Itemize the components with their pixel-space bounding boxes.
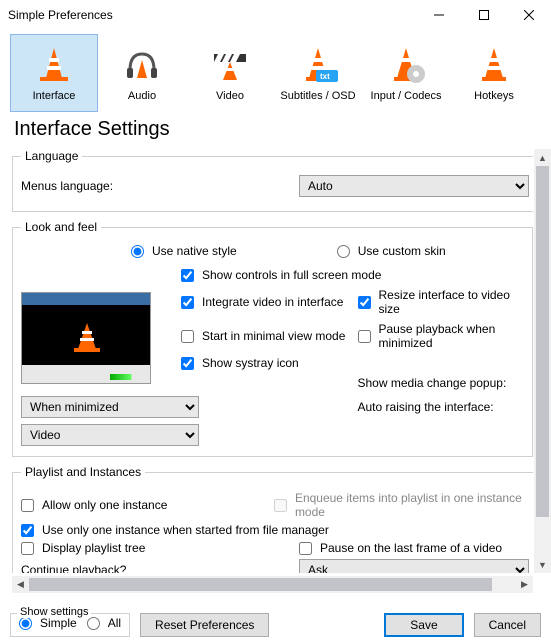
- scroll-down-icon[interactable]: ▼: [534, 556, 551, 573]
- tab-input-codecs[interactable]: Input / Codecs: [362, 34, 450, 112]
- continue-playback-label: Continue playback?: [21, 563, 291, 573]
- scroll-thumb-horizontal[interactable]: [29, 578, 492, 591]
- show-settings-legend: Show settings: [17, 606, 91, 618]
- tab-label: Subtitles / OSD: [280, 90, 355, 102]
- radio-custom-skin[interactable]: Use custom skin: [337, 244, 446, 258]
- tab-subtitles[interactable]: txt Subtitles / OSD: [274, 34, 362, 112]
- tab-interface[interactable]: Interface: [10, 34, 98, 112]
- auto-raise-label: Auto raising the interface:: [358, 400, 525, 414]
- cone-disc-icon: [386, 44, 426, 84]
- traffic-cone-icon: [34, 44, 74, 84]
- tab-label: Input / Codecs: [371, 90, 442, 102]
- interface-preview-image: [21, 292, 151, 384]
- show-settings-group: Show settings Simple All: [10, 613, 130, 637]
- check-display-playlist-tree[interactable]: Display playlist tree: [21, 541, 291, 555]
- scroll-left-icon[interactable]: ◀: [12, 576, 29, 593]
- cone-subtitles-icon: txt: [298, 44, 338, 84]
- check-pause-last-frame[interactable]: Pause on the last frame of a video: [299, 541, 502, 555]
- check-integrate-video[interactable]: Integrate video in interface: [181, 295, 348, 309]
- scroll-track-horizontal[interactable]: [29, 576, 516, 593]
- group-language-legend: Language: [21, 149, 82, 163]
- check-one-instance-file-manager[interactable]: Use only one instance when started from …: [21, 523, 329, 537]
- scroll-track[interactable]: [534, 166, 551, 556]
- settings-scrollarea: Language Menus language: Auto Look and f…: [0, 143, 551, 593]
- continue-playback-select[interactable]: Ask: [299, 559, 529, 573]
- auto-raise-select[interactable]: Video: [21, 424, 199, 446]
- tab-hotkeys[interactable]: Hotkeys: [450, 34, 538, 112]
- category-tabs: Interface Audio Video txt Subtitles / OS…: [0, 30, 551, 112]
- tab-label: Audio: [128, 90, 156, 102]
- horizontal-scrollbar[interactable]: ◀ ▶: [12, 576, 533, 593]
- group-language: Language Menus language: Auto: [12, 149, 533, 212]
- menus-language-label: Menus language:: [21, 179, 291, 193]
- window-maximize-button[interactable]: [461, 0, 506, 30]
- cone-key-icon: [474, 44, 514, 84]
- group-playlist-legend: Playlist and Instances: [21, 465, 145, 479]
- check-enqueue-items: Enqueue items into playlist in one insta…: [274, 491, 529, 519]
- check-start-minimal[interactable]: Start in minimal view mode: [181, 329, 348, 343]
- window-title: Simple Preferences: [8, 8, 416, 22]
- check-show-systray[interactable]: Show systray icon: [181, 356, 524, 370]
- tab-video[interactable]: Video: [186, 34, 274, 112]
- group-look-legend: Look and feel: [21, 220, 101, 234]
- svg-text:txt: txt: [320, 72, 330, 81]
- tab-label: Interface: [33, 90, 76, 102]
- media-popup-select[interactable]: When minimized: [21, 396, 199, 418]
- window-minimize-button[interactable]: [416, 0, 461, 30]
- check-allow-one-instance[interactable]: Allow only one instance: [21, 498, 266, 512]
- save-button[interactable]: Save: [384, 613, 463, 637]
- radio-show-all[interactable]: All: [87, 616, 121, 630]
- radio-show-simple[interactable]: Simple: [19, 616, 77, 630]
- reset-preferences-button[interactable]: Reset Preferences: [140, 613, 269, 637]
- tab-label: Hotkeys: [474, 90, 514, 102]
- tab-label: Video: [216, 90, 244, 102]
- scroll-right-icon[interactable]: ▶: [516, 576, 533, 593]
- check-pause-minimized[interactable]: Pause playback when minimized: [358, 322, 525, 350]
- scroll-thumb[interactable]: [536, 166, 549, 517]
- page-title: Interface Settings: [0, 112, 551, 143]
- vertical-scrollbar[interactable]: ▲ ▼: [534, 149, 551, 573]
- media-popup-label: Show media change popup:: [358, 376, 525, 390]
- check-show-controls-fullscreen[interactable]: Show controls in full screen mode: [181, 268, 524, 282]
- headphones-cone-icon: [122, 44, 162, 84]
- radio-native-style[interactable]: Use native style: [131, 244, 237, 258]
- group-look-and-feel: Look and feel Use native style Use custo…: [12, 220, 533, 457]
- clapper-cone-icon: [210, 44, 250, 84]
- tab-audio[interactable]: Audio: [98, 34, 186, 112]
- cancel-button[interactable]: Cancel: [474, 613, 541, 637]
- check-resize-interface[interactable]: Resize interface to video size: [358, 288, 525, 316]
- menus-language-select[interactable]: Auto: [299, 175, 529, 197]
- window-close-button[interactable]: [506, 0, 551, 30]
- group-playlist-instances: Playlist and Instances Allow only one in…: [12, 465, 533, 573]
- scroll-up-icon[interactable]: ▲: [534, 149, 551, 166]
- footer-bar: Show settings Simple All Reset Preferenc…: [0, 593, 551, 643]
- window-titlebar: Simple Preferences: [0, 0, 551, 30]
